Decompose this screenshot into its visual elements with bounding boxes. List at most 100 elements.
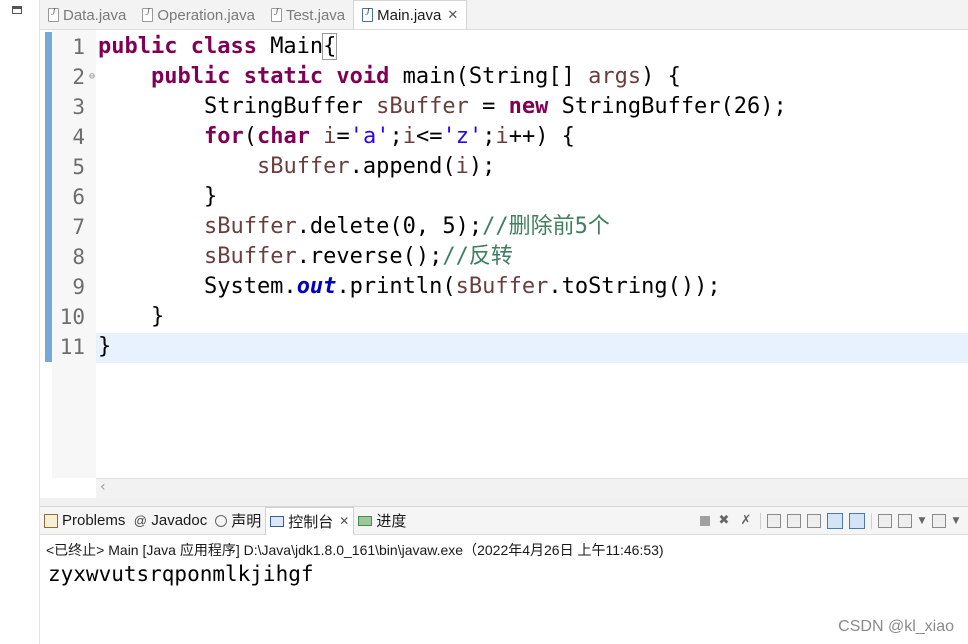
code-line[interactable]: 2 ⊖ public static void main(String[] args… bbox=[52, 62, 968, 92]
line-number: 11 bbox=[59, 335, 85, 359]
code-token: i bbox=[402, 124, 416, 149]
code-token: .toString()); bbox=[548, 274, 721, 299]
code-token: ); bbox=[468, 154, 496, 179]
horizontal-scrollbar[interactable]: ‹ bbox=[96, 478, 968, 498]
code-token: = bbox=[336, 124, 350, 149]
chevron-down-icon[interactable]: ▼ bbox=[918, 513, 926, 529]
code-token: i bbox=[495, 124, 509, 149]
scroll-left-icon[interactable]: ‹ bbox=[100, 479, 106, 495]
clear-console-icon[interactable] bbox=[767, 514, 781, 528]
code-line[interactable]: 7 sBuffer.delete(0, 5);//删除前5个 bbox=[52, 212, 968, 242]
code-token: public class bbox=[98, 34, 271, 59]
code-token: .append( bbox=[349, 154, 456, 179]
code-token: sBuffer bbox=[376, 94, 469, 119]
code-token: } bbox=[98, 304, 165, 329]
code-token: //删除前5个 bbox=[482, 214, 610, 239]
code-token: <= bbox=[415, 124, 443, 149]
pin-console-icon[interactable] bbox=[878, 514, 892, 528]
console-icon bbox=[270, 515, 285, 527]
code-token: .println( bbox=[336, 274, 456, 299]
tab-javadoc[interactable]: @ Javadoc bbox=[129, 507, 211, 535]
remove-all-launches-icon[interactable]: ✗ bbox=[738, 513, 754, 529]
code-token: 'a' bbox=[349, 124, 390, 149]
code-text: } bbox=[85, 302, 164, 332]
code-text: public static void main(String[] args) { bbox=[85, 62, 681, 92]
line-number: 4 bbox=[72, 125, 85, 149]
tab-label: Data.java bbox=[63, 6, 127, 24]
tab-label: Javadoc bbox=[151, 512, 208, 529]
show-on-stdout-icon[interactable] bbox=[827, 513, 843, 529]
close-icon[interactable]: ✕ bbox=[447, 7, 458, 23]
code-token: StringBuffer(26); bbox=[561, 94, 787, 119]
code-token: Main bbox=[270, 34, 324, 59]
code-token: new bbox=[508, 94, 562, 119]
declaration-icon bbox=[215, 514, 228, 527]
code-editor[interactable]: 1 public class Main{2 ⊖ public static void… bbox=[40, 30, 968, 498]
code-token: .reverse(); bbox=[296, 244, 443, 269]
code-token: ) { bbox=[641, 64, 681, 89]
restore-icon[interactable] bbox=[12, 6, 22, 14]
tab-label: Operation.java bbox=[157, 6, 255, 24]
code-token: System. bbox=[98, 274, 297, 299]
code-token: StringBuffer bbox=[98, 94, 377, 119]
java-file-icon bbox=[362, 7, 374, 22]
tab-label: 声明 bbox=[231, 513, 262, 530]
code-line[interactable]: 9 System.out.println(sBuffer.toString())… bbox=[52, 272, 968, 302]
tab-test-java[interactable]: Test.java bbox=[263, 1, 353, 29]
tab-operation-java[interactable]: Operation.java bbox=[134, 1, 263, 29]
code-line[interactable]: 11} bbox=[52, 332, 968, 362]
display-console-icon[interactable] bbox=[898, 514, 912, 528]
tab-main-java[interactable]: Main.java ✕ bbox=[353, 0, 468, 29]
code-token: sBuffer bbox=[256, 154, 350, 179]
word-wrap-icon[interactable] bbox=[807, 514, 821, 528]
line-number: 7 bbox=[72, 215, 85, 239]
code-text: } bbox=[85, 332, 111, 362]
open-console-icon[interactable] bbox=[932, 514, 946, 528]
tab-label: Problems bbox=[62, 512, 126, 529]
code-line[interactable]: 10 } bbox=[52, 302, 968, 332]
fold-collapse-icon[interactable]: ⊖ bbox=[89, 62, 95, 92]
panel-divider[interactable] bbox=[40, 498, 968, 506]
code-token: sBuffer bbox=[203, 214, 297, 239]
terminate-icon[interactable] bbox=[700, 516, 710, 526]
tab-problems[interactable]: Problems bbox=[40, 507, 129, 535]
code-token: ; bbox=[389, 124, 403, 149]
code-token: char bbox=[256, 124, 324, 149]
code-token: } bbox=[98, 334, 112, 359]
code-text: public class Main{ bbox=[85, 32, 338, 62]
code-token: out bbox=[296, 274, 337, 299]
remove-launch-icon[interactable]: ✖ bbox=[716, 513, 732, 529]
code-text: sBuffer.reverse();//反转 bbox=[85, 242, 513, 272]
code-line[interactable]: 5 sBuffer.append(i); bbox=[52, 152, 968, 182]
code-line[interactable]: 8 sBuffer.reverse();//反转 bbox=[52, 242, 968, 272]
code-line[interactable]: 3 StringBuffer sBuffer = new StringBuffe… bbox=[52, 92, 968, 122]
editor-tab-bar: Data.java Operation.java Test.java Main.… bbox=[40, 0, 968, 30]
java-file-icon bbox=[270, 7, 282, 22]
code-lines: 1 public class Main{2 ⊖ public static void… bbox=[52, 32, 968, 362]
code-token: ( bbox=[243, 124, 257, 149]
tab-progress[interactable]: 进度 bbox=[354, 507, 410, 535]
code-line[interactable]: 1 public class Main{ bbox=[52, 32, 968, 62]
at-icon: @ bbox=[133, 512, 147, 528]
code-token: //反转 bbox=[442, 244, 513, 269]
tab-declaration[interactable]: 声明 bbox=[211, 507, 265, 535]
code-token: } bbox=[98, 184, 218, 209]
code-token: 'z' bbox=[442, 124, 483, 149]
scroll-lock-icon[interactable] bbox=[787, 514, 801, 528]
tab-data-java[interactable]: Data.java bbox=[40, 1, 134, 29]
eclipse-window: Data.java Operation.java Test.java Main.… bbox=[0, 0, 968, 644]
close-icon[interactable]: ✕ bbox=[339, 514, 349, 528]
console-output[interactable]: zyxwvutsrqponmlkjihgf bbox=[48, 562, 314, 586]
code-text: sBuffer.delete(0, 5);//删除前5个 bbox=[85, 212, 610, 242]
code-token: = bbox=[468, 94, 509, 119]
console-toolbar: ✖ ✗ ▼ ▼ bbox=[700, 511, 960, 531]
tab-console[interactable]: 控制台 ✕ bbox=[265, 506, 355, 535]
code-line[interactable]: 6 } bbox=[52, 182, 968, 212]
chevron-down-icon[interactable]: ▼ bbox=[952, 513, 960, 529]
code-line[interactable]: 4 for(char i='a';i<='z';i++) { bbox=[52, 122, 968, 152]
show-on-stderr-icon[interactable] bbox=[849, 513, 865, 529]
